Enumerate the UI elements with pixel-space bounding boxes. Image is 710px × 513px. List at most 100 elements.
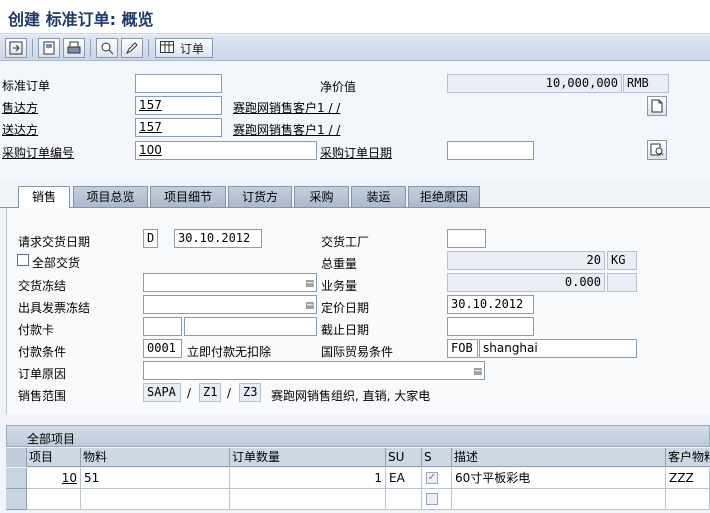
save-icon[interactable] [38, 38, 60, 58]
items-table-header: 项目 物料 订单数量 SU S 描述 客户物料 [6, 448, 710, 467]
table-icon [160, 40, 174, 56]
expiry-date-label: 截止日期 [321, 323, 370, 337]
tab-strip: 销售 项目总览 项目细节 订货方 采购 装运 拒绝原因 [0, 186, 710, 208]
page-title: 创建 标准订单: 概览 [8, 10, 154, 29]
tab-procurement[interactable]: 采购 [294, 186, 349, 207]
tab-reason-for-rejection[interactable]: 拒绝原因 [408, 186, 480, 207]
customer-material-cell[interactable] [666, 489, 710, 510]
complete-delivery-checkbox[interactable] [17, 254, 29, 266]
payment-card-type-field[interactable] [143, 317, 182, 336]
sold-to-name: 赛跑网销售客户1 / / [233, 101, 341, 115]
edit-icon[interactable] [121, 38, 143, 58]
check-icon: ✓ [426, 472, 438, 484]
tab-item-detail[interactable]: 项目细节 [150, 186, 226, 207]
complete-delivery-label: 全部交货 [32, 256, 81, 270]
document-icon[interactable] [647, 96, 667, 116]
po-number-value: 100 [139, 143, 162, 157]
req-delivery-date-type-field[interactable]: D [143, 229, 158, 248]
enter-icon[interactable] [5, 38, 27, 58]
std-order-field[interactable] [135, 74, 222, 93]
col-item[interactable]: 项目 [27, 448, 81, 467]
order-reason-field[interactable]: ▤ [143, 361, 485, 380]
volume-field: 0.000 [447, 273, 605, 292]
sales-org-field: SAPA [143, 383, 181, 402]
tab-shipping[interactable]: 装运 [351, 186, 406, 207]
dropdown-icon[interactable]: ▤ [473, 364, 482, 379]
col-material[interactable]: 物料 [81, 448, 230, 467]
material-cell[interactable]: 51 [81, 468, 230, 489]
delivery-plant-field[interactable] [447, 229, 486, 248]
description-cell[interactable] [452, 489, 666, 510]
tab-item-overview[interactable]: 项目总览 [73, 186, 148, 207]
total-weight-field: 20 [447, 251, 605, 270]
order-qty-cell[interactable]: 1 [230, 468, 386, 489]
delivery-block-label: 交货冻结 [18, 279, 67, 293]
payment-card-number-field[interactable] [184, 317, 317, 336]
total-weight-label: 总重量 [321, 257, 358, 271]
tab-ordering-party[interactable]: 订货方 [228, 186, 292, 207]
print-icon[interactable] [63, 38, 85, 58]
select-all-cell[interactable] [6, 448, 27, 467]
incoterms-field[interactable]: FOB [447, 339, 478, 358]
items-table: 全部项目 项目 物料 订单数量 SU S 描述 客户物料 10 51 1 EA … [6, 425, 710, 513]
req-delivery-date-label: 请求交货日期 [18, 235, 91, 249]
order-button[interactable]: 订单 [155, 38, 213, 58]
payment-card-label: 付款卡 [18, 323, 55, 337]
items-table-title-text: 全部项目 [27, 432, 76, 446]
incoterms-label: 国际贸易条件 [321, 345, 394, 359]
delivery-block-field[interactable]: ▤ [143, 273, 317, 292]
dropdown-icon[interactable]: ▤ [305, 298, 314, 313]
item-number-cell[interactable] [27, 489, 81, 510]
delivery-plant-label: 交货工厂 [321, 235, 370, 249]
s-cell: ✓ [422, 468, 452, 489]
su-cell[interactable] [386, 489, 422, 510]
col-su[interactable]: SU [386, 448, 422, 467]
payment-terms-field[interactable]: 0001 [143, 339, 182, 358]
billing-block-field[interactable]: ▤ [143, 295, 317, 314]
std-order-label: 标准订单 [2, 79, 51, 93]
sold-to-field[interactable]: 157 [135, 96, 222, 115]
title-bar: 创建 标准订单: 概览 [0, 0, 710, 34]
tab-sales[interactable]: 销售 [18, 186, 70, 208]
customer-material-cell[interactable]: ZZZ [666, 468, 710, 489]
col-s[interactable]: S [422, 448, 452, 467]
expiry-date-field[interactable] [447, 317, 534, 336]
s-cell [422, 489, 452, 510]
payment-terms-label: 付款条件 [18, 345, 67, 359]
row-selector[interactable] [6, 468, 27, 489]
ship-to-field[interactable]: 157 [135, 118, 222, 137]
sales-area-text: 赛跑网销售组织, 直销, 大家电 [271, 389, 431, 403]
pricing-date-field[interactable]: 30.10.2012 [447, 295, 534, 314]
req-delivery-date-field[interactable]: 30.10.2012 [174, 229, 262, 248]
order-qty-cell[interactable] [230, 489, 386, 510]
lookup-icon[interactable] [647, 140, 667, 160]
sales-area-label: 销售范围 [18, 389, 67, 403]
find-icon[interactable] [96, 38, 118, 58]
ship-to-value: 157 [139, 120, 162, 134]
po-number-field[interactable]: 100 [135, 141, 317, 160]
order-reason-label: 订单原因 [18, 367, 67, 381]
description-cell[interactable]: 60寸平板彩电 [452, 468, 666, 489]
po-date-label: 采购订单日期 [320, 146, 393, 160]
ship-to-name: 赛跑网销售客户1 / / [233, 123, 341, 137]
net-value-label: 净价值 [320, 80, 357, 94]
order-button-label: 订单 [180, 41, 205, 56]
material-cell[interactable] [81, 489, 230, 510]
row-selector[interactable] [6, 489, 27, 510]
dist-channel-field: Z1 [199, 383, 221, 402]
item-number-cell[interactable]: 10 [27, 468, 81, 489]
billing-block-label: 出具发票冻结 [18, 301, 91, 315]
weight-unit-field: KG [607, 251, 637, 270]
col-order-qty[interactable]: 订单数量 [230, 448, 386, 467]
pricing-date-label: 定价日期 [321, 301, 370, 315]
col-customer-material[interactable]: 客户物料 [666, 448, 710, 467]
dropdown-icon[interactable]: ▤ [305, 276, 314, 291]
sold-to-value: 157 [139, 98, 162, 112]
incoterms-place-field[interactable]: shanghai [479, 339, 637, 358]
sales-area-separator: / [227, 386, 232, 400]
col-description[interactable]: 描述 [452, 448, 666, 467]
po-date-field[interactable] [447, 141, 534, 160]
po-number-label: 采购订单编号 [2, 146, 75, 160]
table-row [6, 489, 710, 510]
su-cell[interactable]: EA [386, 468, 422, 489]
